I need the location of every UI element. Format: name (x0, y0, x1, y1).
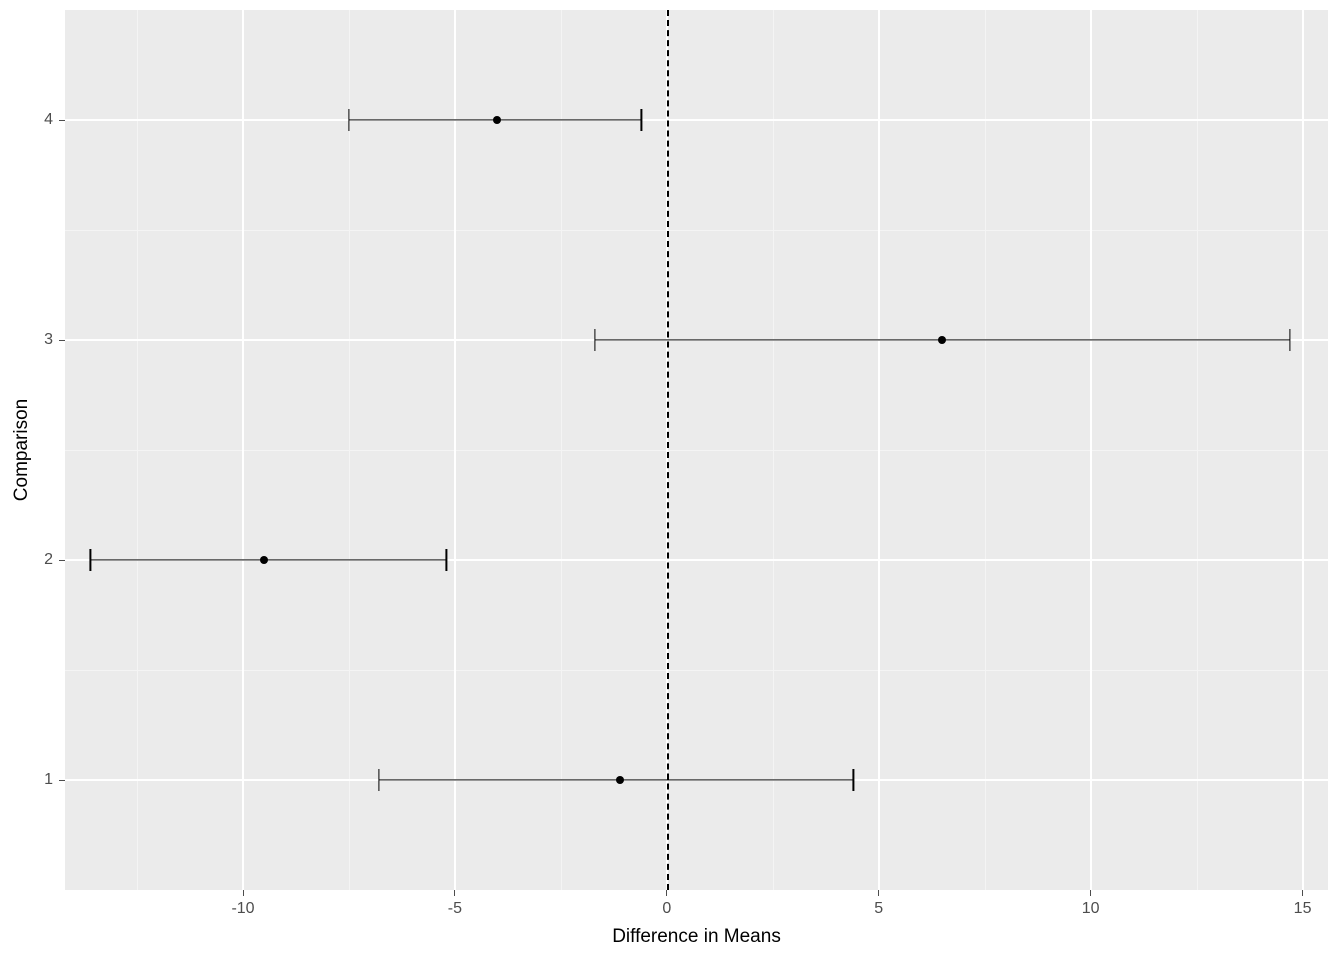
data-point (260, 556, 268, 564)
chart-root: Difference in Means Comparison -10 -5 0 5 10… (0, 0, 1344, 960)
reference-line (667, 10, 669, 890)
x-tick (243, 890, 244, 896)
errorbar-cap-high (446, 549, 447, 571)
errorbar-cap-high (1289, 329, 1290, 351)
x-tick-label: -5 (448, 900, 462, 918)
errorbar-line (90, 559, 446, 560)
grid-major-v (454, 10, 456, 890)
grid-minor-h (65, 450, 1328, 451)
x-tick (1302, 890, 1303, 896)
grid-major-v (1302, 10, 1304, 890)
errorbar-cap-high (853, 769, 854, 791)
errorbar-cap-high (641, 109, 642, 131)
x-tick-label: -10 (231, 900, 254, 918)
errorbar-cap-low (90, 549, 91, 571)
grid-major-v (242, 10, 244, 890)
y-tick (59, 560, 65, 561)
grid-major-v (878, 10, 880, 890)
x-tick-label: 0 (662, 900, 671, 918)
data-point (616, 776, 624, 784)
grid-major-v (1090, 10, 1092, 890)
y-axis-title: Comparison (11, 399, 33, 501)
x-tick-label: 5 (874, 900, 883, 918)
y-tick (59, 780, 65, 781)
x-tick (454, 890, 455, 896)
data-point (493, 116, 501, 124)
y-tick-label: 4 (44, 111, 53, 129)
y-tick-label: 2 (44, 551, 53, 569)
grid-minor-h (65, 670, 1328, 671)
y-tick (59, 120, 65, 121)
x-tick-label: 15 (1294, 900, 1312, 918)
data-point (938, 336, 946, 344)
y-tick (59, 340, 65, 341)
y-tick-label: 3 (44, 331, 53, 349)
grid-minor-h (65, 230, 1328, 231)
errorbar-cap-low (348, 109, 349, 131)
x-tick (666, 890, 667, 896)
x-tick (878, 890, 879, 896)
x-axis-title: Difference in Means (612, 926, 781, 948)
x-tick-label: 10 (1082, 900, 1100, 918)
grid-major-h (65, 119, 1328, 121)
errorbar-cap-low (378, 769, 379, 791)
y-tick-label: 1 (44, 771, 53, 789)
x-tick (1090, 890, 1091, 896)
errorbar-cap-low (594, 329, 595, 351)
